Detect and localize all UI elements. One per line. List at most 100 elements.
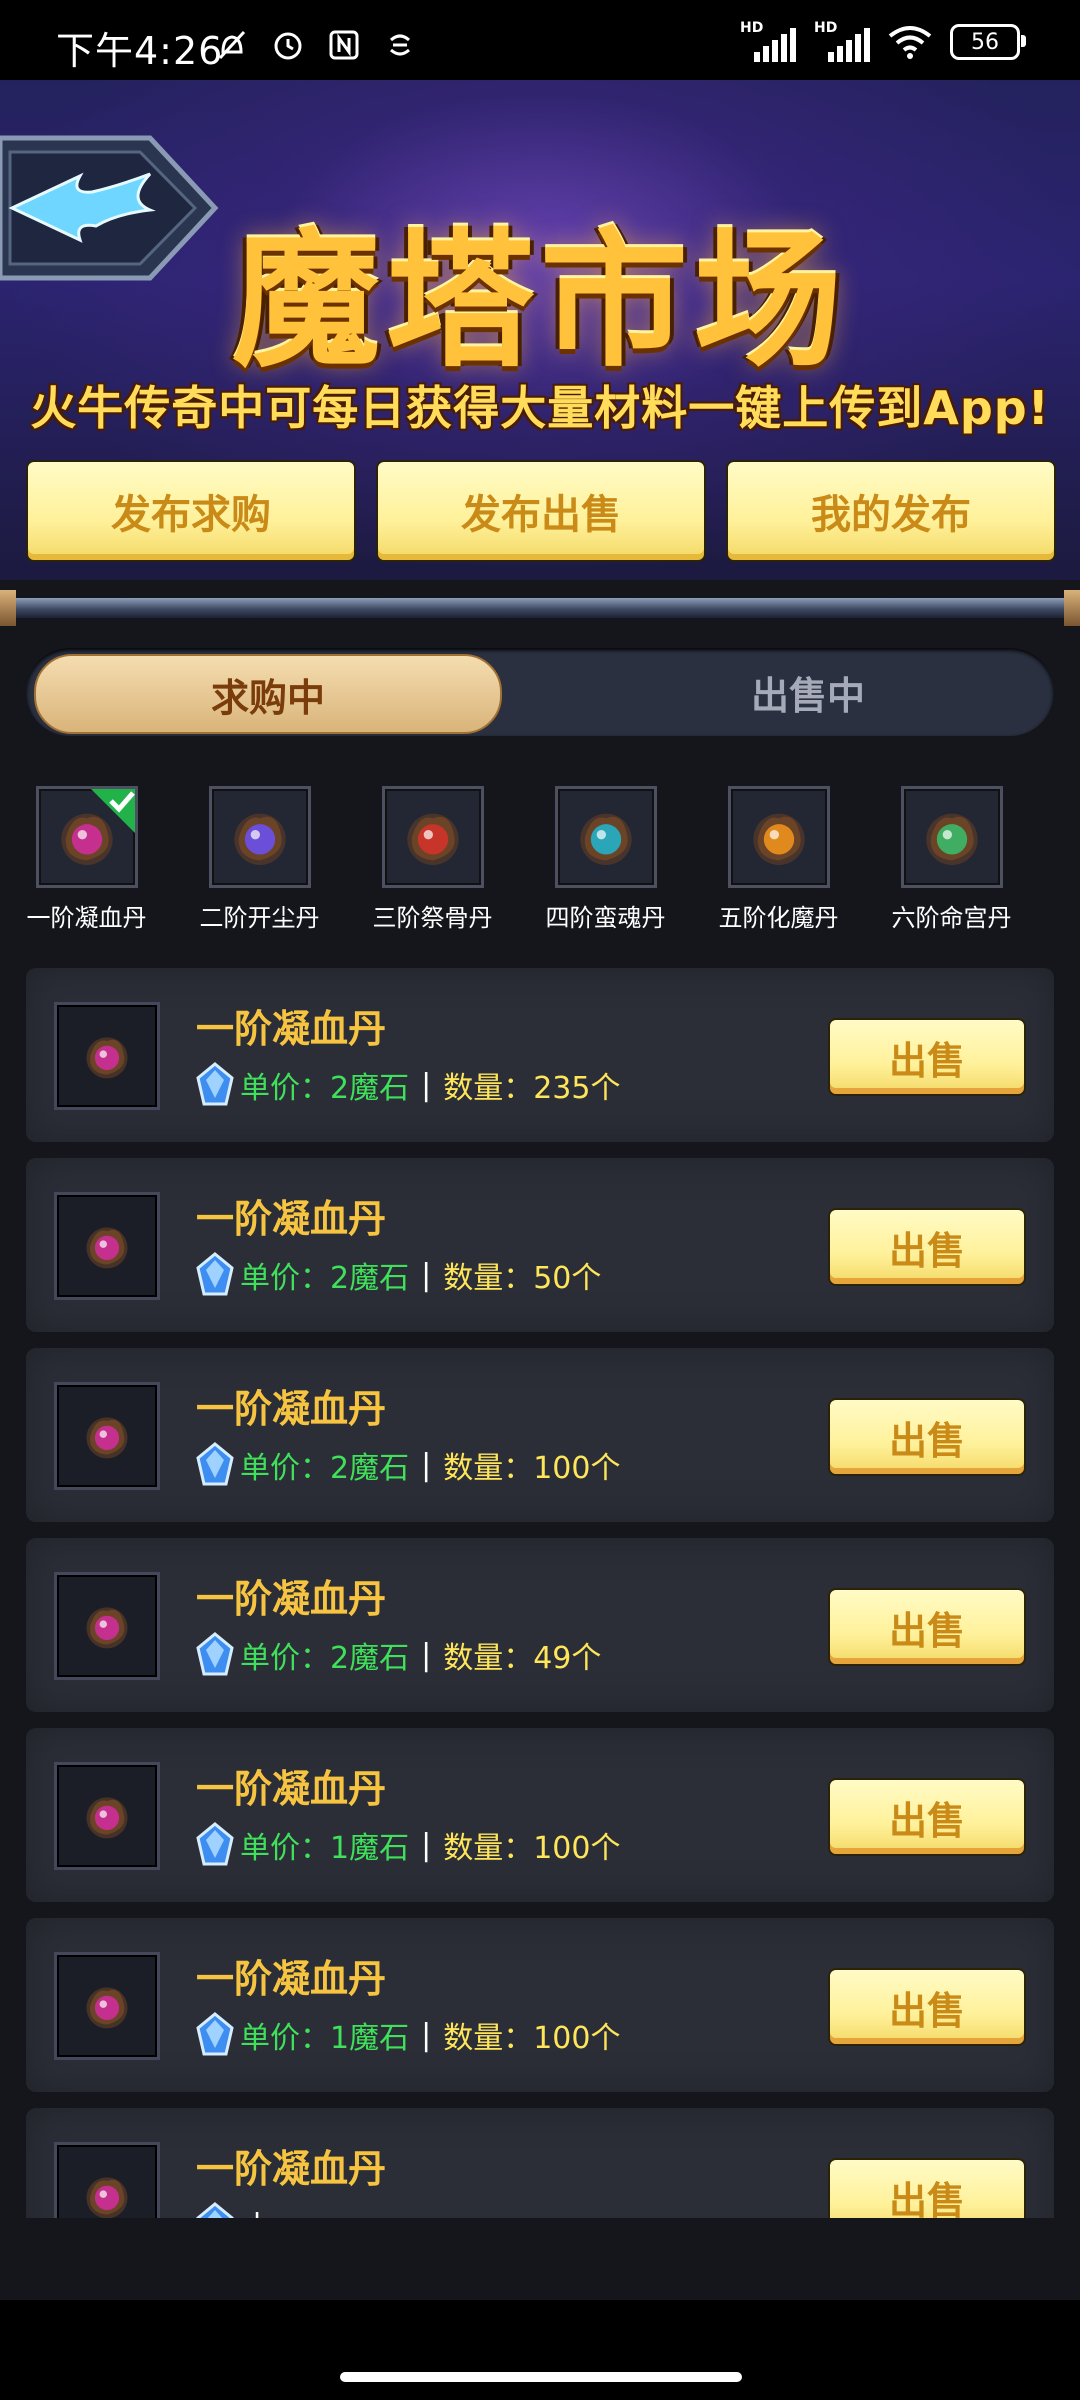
sell-button[interactable]: 出售 bbox=[828, 1588, 1026, 1666]
gem-icon bbox=[196, 1252, 234, 1296]
item-name: 一阶凝血丹 bbox=[196, 2147, 387, 2191]
status-time: 下午4:26 bbox=[56, 29, 224, 73]
item-quantity: 数量：50个 bbox=[443, 1261, 602, 1296]
item-name: 一阶凝血丹 bbox=[196, 1767, 387, 1811]
category-item[interactable]: 二阶开尘丹 bbox=[173, 786, 346, 933]
category-list: 一阶凝血丹 二阶开尘丹 三阶祭骨丹 四阶蛮魂丹 五阶化魔丹 六阶命宫丹 bbox=[0, 786, 1080, 933]
item-quantity: 数量：235个 bbox=[443, 1071, 621, 1106]
category-item[interactable]: 五阶化魔丹 bbox=[692, 786, 865, 933]
item-thumbnail bbox=[54, 1382, 160, 1490]
category-item[interactable]: 四阶蛮魂丹 bbox=[519, 786, 692, 933]
pill-icon bbox=[406, 813, 459, 865]
category-icon-box bbox=[208, 786, 311, 888]
sell-button[interactable]: 出售 bbox=[828, 1968, 1026, 2046]
listing-row: 一阶凝血丹单价：1魔石 | 数量：100个 出售 bbox=[26, 1728, 1054, 1902]
category-item[interactable]: 一阶凝血丹 bbox=[0, 786, 173, 933]
battery-icon: 56 bbox=[950, 24, 1026, 60]
pill-icon bbox=[86, 2177, 128, 2218]
pill-icon bbox=[86, 1797, 128, 1839]
check-icon bbox=[90, 789, 135, 833]
sell-button[interactable]: 出售 bbox=[828, 2158, 1026, 2218]
listing-row: 一阶凝血丹单价：2魔石 | 数量：235个 出售 bbox=[26, 968, 1054, 1142]
item-price: 单价：2魔石 bbox=[240, 1451, 410, 1486]
item-name: 一阶凝血丹 bbox=[196, 1197, 387, 1241]
page-title: 魔塔市场 bbox=[232, 215, 848, 387]
item-thumbnail bbox=[54, 2142, 160, 2218]
sell-button[interactable]: 出售 bbox=[828, 1778, 1026, 1856]
separator: | bbox=[421, 1447, 432, 1483]
item-quantity: 数量：49个 bbox=[443, 1641, 602, 1676]
separator: | bbox=[252, 2208, 262, 2219]
gem-icon bbox=[196, 1442, 234, 1486]
gem-icon bbox=[196, 1822, 234, 1866]
item-name: 一阶凝血丹 bbox=[196, 1957, 387, 2001]
header-banner: 魔塔市场 火牛传奇中可每日获得大量材料一键上传到App! 发布求购 发布出售 我… bbox=[0, 80, 1080, 580]
pill-icon bbox=[579, 813, 632, 865]
category-item[interactable]: 三阶祭骨丹 bbox=[346, 786, 519, 933]
pill-icon bbox=[86, 1037, 128, 1079]
tab-bar: 求购中 出售中 bbox=[26, 648, 1054, 736]
category-icon-box bbox=[35, 786, 138, 888]
listing-row: 一阶凝血丹 | 出售 bbox=[26, 2108, 1054, 2218]
separator: | bbox=[421, 1257, 432, 1293]
item-price: 单价：1魔石 bbox=[240, 1831, 410, 1866]
tab-selling[interactable]: 出售中 bbox=[576, 654, 1040, 730]
alarm-icon bbox=[274, 32, 302, 60]
separator: | bbox=[421, 1827, 432, 1863]
item-info: 单价：2魔石 | 数量：49个 bbox=[196, 1632, 601, 1678]
item-info: | bbox=[196, 2202, 274, 2218]
listing-list: 一阶凝血丹 单价：2魔石 | 数量：235个 出售 一阶凝血丹 单价：2魔石 | 数量：50个出… bbox=[26, 968, 1054, 2218]
divider bbox=[0, 590, 1080, 626]
sell-button[interactable]: 出售 bbox=[828, 1018, 1026, 1096]
item-quantity: 数量：100个 bbox=[443, 1451, 621, 1486]
category-icon-box bbox=[381, 786, 484, 888]
gem-icon bbox=[196, 1062, 234, 1106]
wifi-icon bbox=[888, 26, 932, 59]
category-item[interactable]: 六阶命宫丹 bbox=[865, 786, 1038, 933]
nfc-icon bbox=[329, 30, 359, 60]
pill-icon bbox=[233, 813, 286, 865]
home-indicator[interactable] bbox=[340, 2372, 742, 2382]
category-icon-box bbox=[554, 786, 657, 888]
category-name: 六阶命宫丹 bbox=[891, 904, 1012, 932]
item-quantity: 数量：100个 bbox=[443, 2021, 621, 2056]
item-quantity: 数量：100个 bbox=[443, 1831, 621, 1866]
sell-button[interactable]: 出售 bbox=[828, 1208, 1026, 1286]
post-buy-request-button[interactable]: 发布求购 bbox=[26, 460, 356, 562]
bottom-area bbox=[0, 2218, 1080, 2300]
item-price: 单价：2魔石 bbox=[240, 1261, 410, 1296]
item-info: 单价：2魔石 | 数量：100个 bbox=[196, 1442, 620, 1488]
category-name: 四阶蛮魂丹 bbox=[545, 904, 666, 932]
category-icon-box bbox=[727, 786, 830, 888]
listing-row: 一阶凝血丹单价：1魔石 | 数量：100个 出售 bbox=[26, 1918, 1054, 2092]
notification-icon bbox=[390, 34, 410, 56]
item-thumbnail bbox=[54, 1002, 160, 1110]
item-name: 一阶凝血丹 bbox=[196, 1577, 387, 1621]
item-info: 单价：2魔石 | 数量：50个 bbox=[196, 1252, 601, 1298]
listing-row: 一阶凝血丹 单价：2魔石 | 数量：100个 出售 bbox=[26, 1348, 1054, 1522]
separator: | bbox=[421, 1637, 432, 1673]
pill-icon bbox=[86, 1417, 128, 1459]
page-subtitle: 火牛传奇中可每日获得大量材料一键上传到App! bbox=[30, 381, 1050, 435]
signal-2-icon: HD bbox=[814, 20, 870, 62]
category-icon-box bbox=[900, 786, 1003, 888]
sell-button[interactable]: 出售 bbox=[828, 1398, 1026, 1476]
item-thumbnail bbox=[54, 1192, 160, 1300]
category-name: 一阶凝血丹 bbox=[26, 904, 147, 932]
item-price: 单价：2魔石 bbox=[240, 1071, 410, 1106]
item-price: 单价：1魔石 bbox=[240, 2021, 410, 2056]
post-sell-button[interactable]: 发布出售 bbox=[376, 460, 706, 562]
my-posts-button[interactable]: 我的发布 bbox=[726, 460, 1056, 562]
item-info: 单价：1魔石 | 数量：100个 bbox=[196, 2012, 620, 2058]
pill-icon bbox=[752, 813, 805, 865]
category-name: 五阶化魔丹 bbox=[718, 904, 839, 932]
category-name: 二阶开尘丹 bbox=[199, 904, 320, 932]
item-thumbnail bbox=[54, 1762, 160, 1870]
do-not-disturb-icon bbox=[218, 30, 246, 60]
item-info: 单价：2魔石 | 数量：235个 bbox=[196, 1062, 620, 1108]
gem-icon bbox=[196, 1632, 234, 1676]
category-name: 三阶祭骨丹 bbox=[372, 904, 493, 932]
item-thumbnail bbox=[54, 1952, 160, 2060]
item-name: 一阶凝血丹 bbox=[196, 1007, 387, 1051]
tab-buying[interactable]: 求购中 bbox=[34, 654, 502, 734]
